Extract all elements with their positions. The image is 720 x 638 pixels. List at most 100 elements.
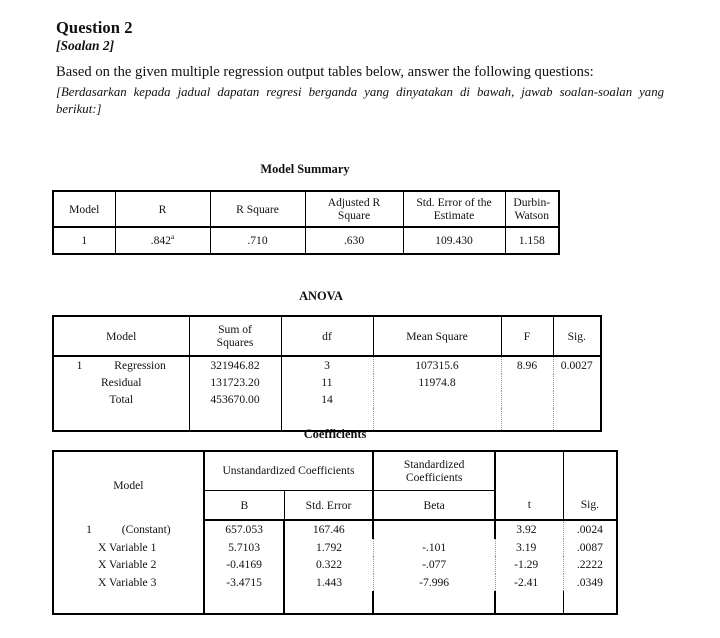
cell-adjusted-r-square: .630 [305,227,404,254]
table-row: 1 (Constant) 657.053 167.46 3.92 .0024 [53,520,617,539]
spacer-cell [563,591,617,614]
page-title: Question 2 [56,18,133,37]
spacer-cell [495,591,564,614]
cell-b: -3.4715 [203,573,286,591]
cell-sig: .0087 [576,540,603,554]
model-summary-caption: Model Summary [260,162,350,176]
anova-caption: ANOVA [299,289,343,303]
instruction-text-my: [Berdasarkan kepada jadual dapatan regre… [56,85,664,116]
col-f: F [501,316,554,357]
table-row: X Variable 2 -0.4169 0.322 -.077 -1.29 .… [53,556,617,574]
col-group-sig-blank [563,451,617,491]
anova-model-number: 1 [76,359,83,372]
cell-sum-of-squares: 131723.20 [189,374,282,391]
col-group-standardized-line1: Standardized [403,457,465,471]
table-header-row: Model Sum of Squares df Mean Square F Si… [53,316,601,357]
cell-t: 3.19 [495,538,564,556]
col-adjusted-r-square-line1: Adjusted R [327,196,381,210]
col-model: Model [53,451,205,520]
col-std-error-line2: Estimate [433,209,475,222]
table-row: Total 453670.00 14 [53,391,601,408]
col-durbin-watson-line1: Durbin- [513,196,551,210]
cell-r-value: .842 [150,234,171,247]
model-summary-table: Model R R Square Adjusted R Square Std. … [52,190,560,255]
cell-term: X Variable 3 [53,573,205,591]
cell-term: X Variable 1 [53,538,205,556]
table-row: Residual 131723.20 11 11974.8 [53,374,601,391]
anova-table: Model Sum of Squares df Mean Square F Si… [52,315,602,432]
table-row: X Variable 3 -3.4715 1.443 -7.996 -2.41 … [53,573,617,591]
cell-t: -1.29 [495,556,564,574]
cell-model: 1 [53,227,116,254]
cell-model-number: 1 Regression [53,356,190,374]
col-model: Model [53,316,190,357]
table-group-header-row: Model Unstandardized Coefficients Standa… [53,451,617,520]
col-beta: Beta [373,490,497,521]
cell-f [501,391,554,408]
cell-beta: -.077 [373,556,496,574]
col-sig: Sig. [563,490,617,521]
table-row: X Variable 1 5.7103 1.792 -.101 3.19 .00… [53,538,617,556]
cell-beta [373,520,497,539]
cell-mean-square: 107315.6 [373,356,502,374]
col-r: R [115,191,211,228]
col-std-error-estimate: Std. Error of the Estimate [403,191,506,228]
cell-std-error: 1.443 [284,573,374,591]
col-mean-square: Mean Square [373,316,502,357]
cell-durbin-watson: 1.158 [518,234,545,247]
col-sum-of-squares-line2: Squares [216,336,254,349]
cell-std-error: 167.46 [284,520,375,539]
cell-b: -0.4169 [203,556,286,574]
col-b: B [203,490,285,521]
col-sig: Sig. [553,316,601,357]
col-adjusted-r-square-line2: Square [337,209,371,222]
cell-sig [553,391,601,408]
table-spacer-row [53,591,617,614]
cell-source: Total [53,391,190,408]
cell-beta: -7.996 [373,573,496,591]
cell-r: .842a [115,227,211,254]
cell-sig: 0.0027 [560,359,593,372]
cell-mean-square: 11974.8 [373,374,502,391]
coefficients-model-number: 1 [86,522,92,536]
col-sum-of-squares: Sum of Squares [189,316,282,357]
cell-beta: -.101 [373,538,496,556]
col-sum-of-squares-line1: Sum of [218,323,252,337]
col-group-unstandardized: Unstandardized Coefficients [203,451,375,491]
cell-sig: .2222 [576,558,603,571]
cell-sig: .0349 [576,575,603,589]
cell-source: Residual [53,374,190,391]
col-durbin-watson: Durbin- Watson [505,191,559,228]
cell-term: (Constant) [121,522,171,536]
cell-std-error-estimate: 109.430 [403,227,506,254]
spacer-cell [203,591,286,614]
cell-r-footnote-marker: a [170,232,175,242]
cell-model-number: 1 (Constant) [53,520,205,539]
table-header-row: Model R R Square Adjusted R Square Std. … [53,191,559,228]
col-std-error-line1: Std. Error of the [416,196,492,210]
cell-t: -2.41 [495,573,564,591]
col-group-standardized: Standardized Coefficients [373,451,497,491]
cell-mean-square [373,391,502,408]
spacer-cell [373,591,497,614]
cell-r-square: .710 [210,227,306,254]
col-std-error: Std. Error [284,490,375,521]
cell-b: 5.7103 [203,538,286,556]
cell-sum-of-squares: 453670.00 [189,391,282,408]
cell-f [501,374,554,391]
coefficients-table: Model Unstandardized Coefficients Standa… [52,450,618,615]
question-body: Based on the given multiple regression o… [56,63,664,118]
cell-df: 14 [281,391,374,408]
col-durbin-watson-line2: Watson [514,209,550,222]
question-header: Question 2 [Soalan 2] [56,18,666,55]
cell-sig: .0024 [576,523,603,536]
col-group-standardized-line2: Coefficients [405,471,463,484]
col-group-t-blank [495,451,564,491]
cell-t: 3.92 [495,520,564,539]
spacer-cell [53,591,205,614]
table-row: 1 Regression 321946.82 3 107315.6 8.96 0… [53,356,601,374]
page-subtitle: [Soalan 2] [56,38,115,54]
cell-sum-of-squares: 321946.82 [189,356,282,374]
cell-f: 8.96 [501,356,554,374]
col-adjusted-r-square: Adjusted R Square [305,191,404,228]
